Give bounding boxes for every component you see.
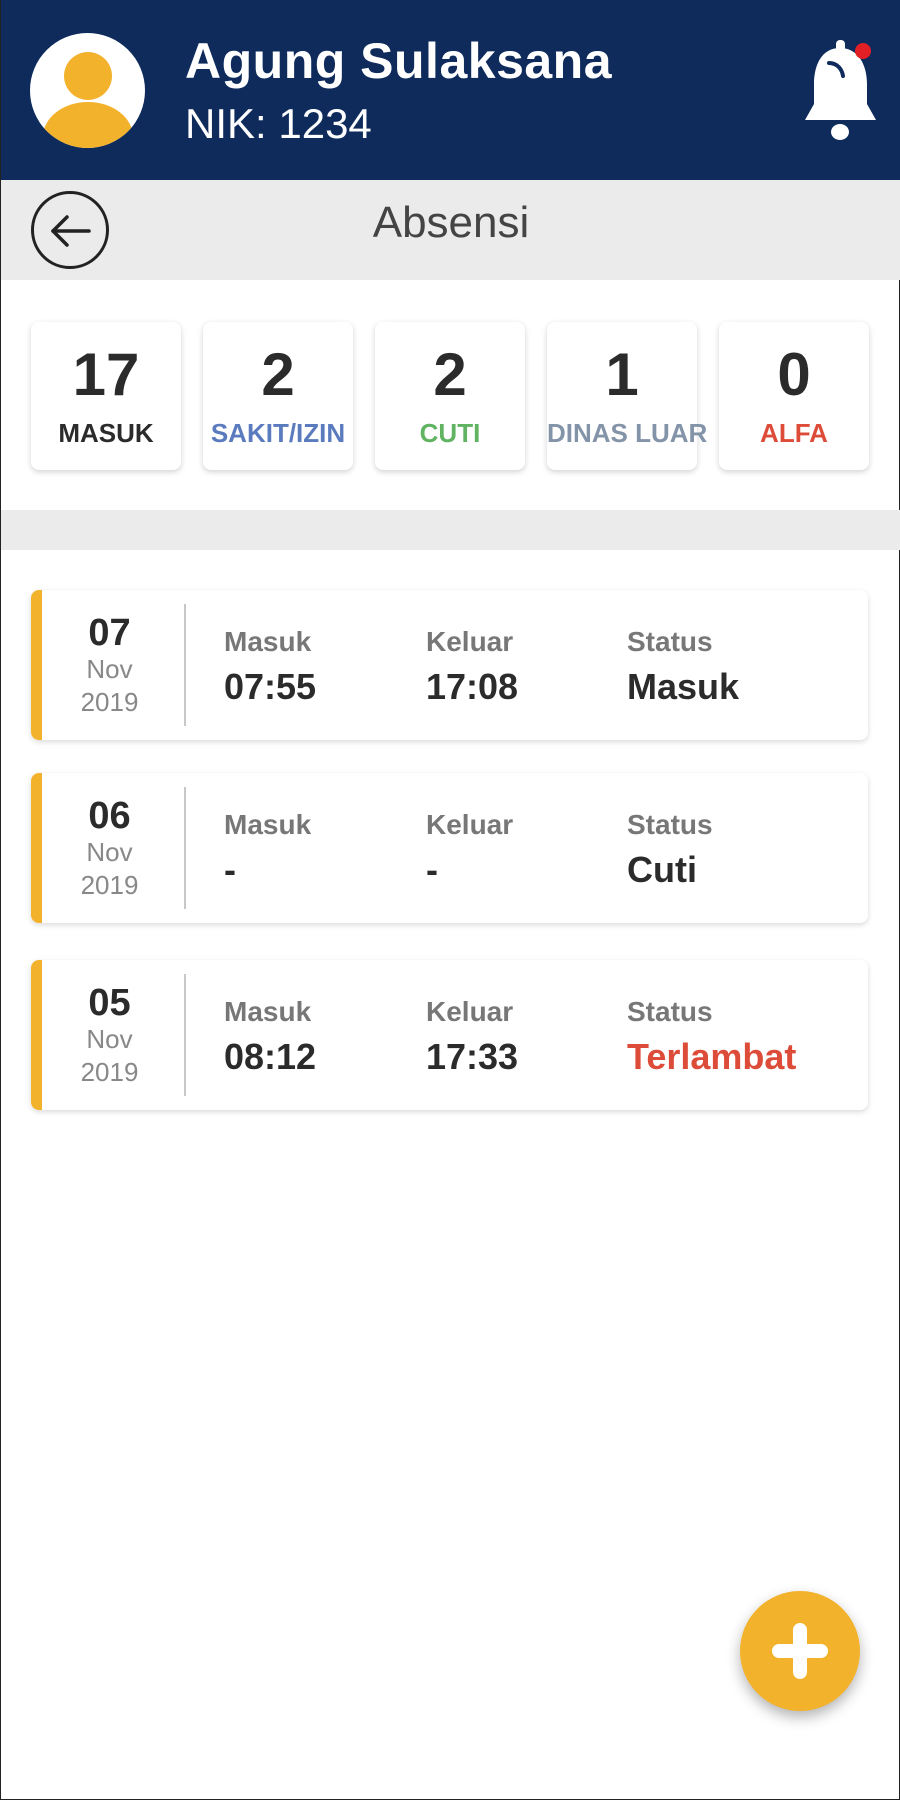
stat-card-sakit-izin[interactable]: 2 SAKIT/IZIN (203, 322, 353, 470)
notification-dot (855, 43, 871, 59)
record-day: 05 (88, 982, 131, 1024)
out-label: Keluar (426, 626, 514, 657)
stat-label: MASUK (58, 418, 154, 448)
attendance-record[interactable]: 05 Nov 2019 Masuk 08:12 Keluar 17:33 Sta… (31, 960, 868, 1110)
user-nik: NIK: 1234 (185, 100, 372, 147)
stat-card-cuti[interactable]: 2 CUTI (375, 322, 525, 470)
add-attendance-button[interactable] (740, 1591, 860, 1711)
record-divider (184, 974, 186, 1096)
record-divider (184, 787, 186, 909)
status-value: Masuk (627, 666, 740, 707)
in-time: 08:12 (224, 1036, 317, 1077)
out-time: - (426, 849, 438, 890)
out-label: Keluar (426, 996, 514, 1027)
avatar-body (43, 102, 133, 148)
in-label: Masuk (224, 809, 312, 840)
status-label: Status (627, 809, 713, 840)
section-divider (1, 510, 900, 550)
out-time: 17:08 (426, 666, 519, 707)
status-label: Status (627, 626, 713, 657)
stat-value: 17 (72, 341, 140, 408)
record-accent (31, 960, 42, 1110)
out-label: Keluar (426, 809, 514, 840)
record-day: 07 (88, 612, 131, 654)
record-year: 2019 (80, 687, 139, 717)
stat-label: DINAS LUAR (547, 418, 708, 448)
status-value: Terlambat (627, 1036, 797, 1077)
status-label: Status (627, 996, 713, 1027)
app-header: Agung Sulaksana NIK: 1234 (1, 0, 900, 180)
record-divider (184, 604, 186, 726)
stat-card-masuk[interactable]: 17 MASUK (31, 322, 181, 470)
stat-card-alfa[interactable]: 0 ALFA (719, 322, 869, 470)
record-month: Nov (86, 837, 133, 867)
record-day: 06 (88, 795, 131, 837)
status-value: Cuti (627, 849, 697, 890)
stat-value: 2 (433, 341, 467, 408)
record-year: 2019 (80, 870, 139, 900)
record-year: 2019 (80, 1057, 139, 1087)
attendance-record[interactable]: 06 Nov 2019 Masuk - Keluar - Status Cuti (31, 773, 868, 923)
record-month: Nov (86, 1024, 133, 1054)
user-name: Agung Sulaksana (185, 33, 613, 89)
in-label: Masuk (224, 626, 312, 657)
stat-label: ALFA (760, 418, 828, 448)
in-label: Masuk (224, 996, 312, 1027)
stat-label: CUTI (419, 418, 481, 448)
avatar-head (64, 52, 112, 100)
in-time: - (224, 849, 236, 890)
record-accent (31, 590, 42, 740)
out-time: 17:33 (426, 1036, 519, 1077)
in-time: 07:55 (224, 666, 317, 707)
attendance-summary: 17 MASUK 2 SAKIT/IZIN 2 CUTI 1 DINAS LUA… (31, 322, 873, 470)
avatar[interactable] (30, 33, 145, 148)
stat-card-dinas-luar[interactable]: 1 DINAS LUAR (547, 322, 708, 470)
page-title: Absensi (372, 198, 530, 247)
stat-value: 0 (777, 341, 811, 408)
record-month: Nov (86, 654, 133, 684)
stat-value: 2 (261, 341, 295, 408)
attendance-record[interactable]: 07 Nov 2019 Masuk 07:55 Keluar 17:08 Sta… (31, 590, 868, 740)
record-accent (31, 773, 42, 923)
stat-label: SAKIT/IZIN (210, 418, 346, 448)
stat-value: 1 (605, 341, 639, 408)
plus-icon-stroke (793, 1623, 807, 1679)
